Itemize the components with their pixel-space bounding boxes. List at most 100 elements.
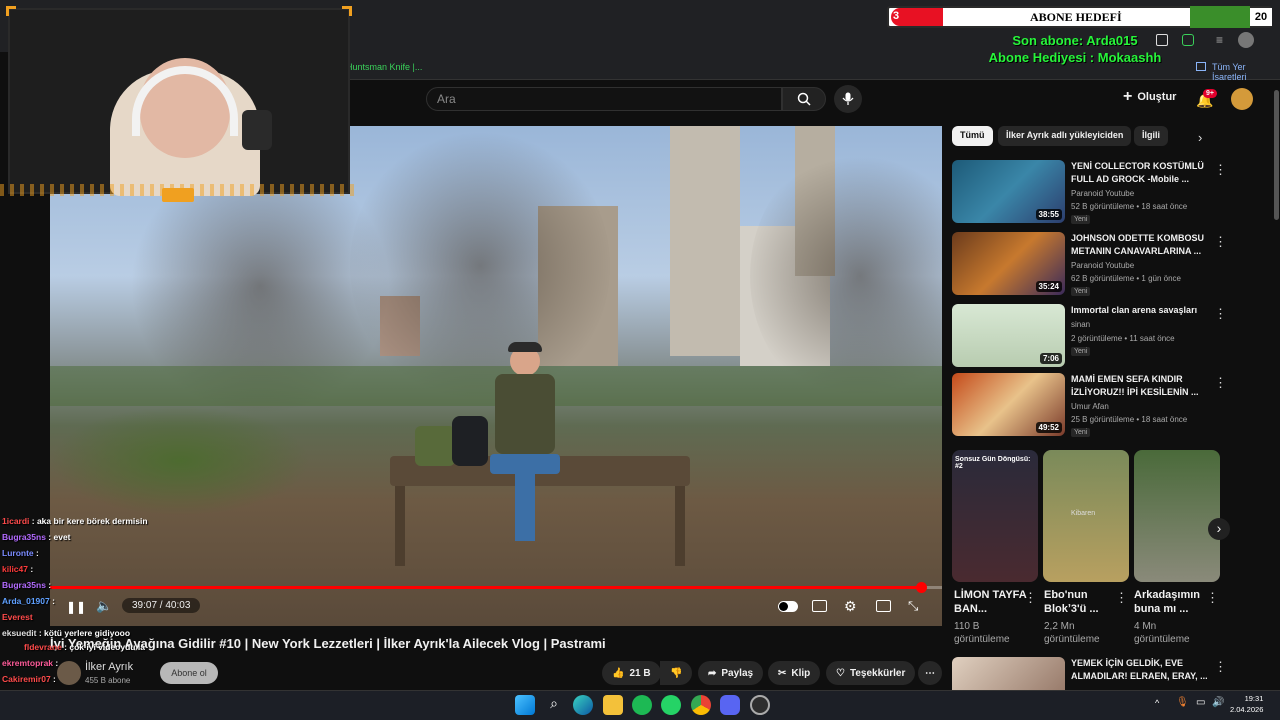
page-scrollbar[interactable] (1274, 90, 1279, 220)
clip-button[interactable]: ✂ Klip (768, 661, 821, 685)
short-caption: Sonsuz Gün Döngüsü: #2 (955, 456, 1031, 470)
new-badge: Yeni (1071, 287, 1091, 296)
goal-title: ABONE HEDEFİ (1030, 10, 1122, 24)
webcam-overlay (8, 8, 350, 196)
scene-backpack (452, 416, 488, 466)
subscribe-button[interactable]: Abone ol (160, 662, 218, 684)
video-thumbnail[interactable] (952, 657, 1065, 690)
microphone-tray-icon[interactable]: 🎙 (1176, 697, 1189, 708)
profile-avatar[interactable] (1238, 32, 1254, 48)
short-views: 110 B görüntüleme (954, 621, 1010, 645)
short-title[interactable]: LİMON TAYFA BAN... (954, 588, 1029, 616)
search-button[interactable] (782, 87, 826, 111)
progress-fill (50, 586, 922, 589)
short-more-icon[interactable]: ⋮ (1206, 590, 1219, 606)
share-arrow-icon: ➦ (708, 667, 717, 679)
fullscreen-icon[interactable]: ⤡ (908, 598, 918, 614)
share-button[interactable]: ➦ Paylaş (698, 661, 764, 685)
create-button[interactable]: + Oluştur (1123, 89, 1176, 105)
bookmark-item[interactable]: Huntsman Knife |... (346, 62, 422, 72)
chat-username: Everest (2, 612, 33, 622)
windows-start-icon[interactable] (515, 695, 535, 715)
short-thumbnail[interactable]: Kibaren (1043, 450, 1129, 582)
folder-icon (1196, 62, 1206, 71)
channel-avatar[interactable] (57, 661, 81, 685)
tray-chevron-icon[interactable]: ^ (1155, 698, 1159, 708)
video-thumbnail[interactable]: 49:52 (952, 373, 1065, 436)
video-thumbnail[interactable]: 38:55 (952, 160, 1065, 223)
file-explorer-icon[interactable] (603, 695, 623, 715)
recommendation-title[interactable]: YEMEK İÇİN GELDİK, EVE ALMADILAR! ELRAEN… (1071, 657, 1211, 683)
autoplay-toggle[interactable] (778, 601, 798, 612)
thanks-button[interactable]: ♡ Teşekkürler (826, 661, 916, 685)
more-options-icon[interactable]: ⋮ (1214, 306, 1227, 322)
recommended-video[interactable]: 38:55 YENİ COLLECTOR KOSTÜMLÜ FULL AD GR… (952, 160, 1227, 226)
video-thumbnail[interactable]: 7:06 (952, 304, 1065, 367)
channel-name[interactable]: İlker Ayrık (85, 661, 133, 673)
more-options-icon[interactable]: ⋮ (1214, 234, 1227, 250)
dislike-button[interactable]: 👎 (660, 661, 693, 685)
chrome-icon[interactable] (691, 695, 711, 715)
chat-message: Cakiremir07 : (2, 674, 56, 684)
miniplayer-icon[interactable] (876, 600, 891, 612)
short-more-icon[interactable]: ⋮ (1115, 590, 1128, 606)
subtitles-icon[interactable] (812, 600, 827, 612)
system-clock[interactable]: 19:31 2.04.2026 (1230, 693, 1263, 715)
recommended-video[interactable]: 7:06 Immortal clan arena savaşları sinan… (952, 304, 1227, 370)
more-options-icon[interactable]: ⋮ (1214, 375, 1227, 391)
recommendation-title[interactable]: JOHNSON ODETTE KOMBOSU METANIN CANAVARLA… (1071, 232, 1211, 258)
all-bookmarks-link[interactable]: Tüm Yer İşaretleri (1212, 62, 1280, 82)
search-input[interactable]: Ara (426, 87, 782, 111)
goal-target: 20 (1250, 8, 1272, 26)
video-thumbnail[interactable]: 35:24 (952, 232, 1065, 295)
clock-time: 19:31 (1244, 694, 1264, 703)
volume-tray-icon[interactable]: 🔊 (1212, 697, 1224, 708)
chips-next-chevron-icon[interactable]: › (1198, 130, 1202, 145)
short-title[interactable]: Ebo'nun Blokʼ3'ü ... (1044, 588, 1119, 616)
more-dots-icon: ⋯ (925, 667, 935, 679)
whatsapp-icon[interactable] (661, 695, 681, 715)
chat-text: : (33, 548, 39, 558)
obs-icon[interactable] (750, 695, 770, 715)
short-more-icon[interactable]: ⋮ (1024, 590, 1037, 606)
chip-related[interactable]: İlgili (1134, 126, 1168, 146)
scene-tree (350, 126, 610, 406)
discord-icon[interactable] (720, 695, 740, 715)
scene-person (490, 342, 570, 546)
recommended-video[interactable]: 35:24 JOHNSON ODETTE KOMBOSU METANIN CAN… (952, 232, 1227, 298)
chat-message: kilic47 : (2, 564, 33, 574)
short-thumbnail[interactable] (1134, 450, 1220, 582)
settings-gear-icon[interactable]: ⚙ (844, 598, 857, 615)
short-title[interactable]: Arkadaşımın buna mı ... (1134, 588, 1209, 616)
duration-badge: 7:06 (1039, 353, 1062, 364)
like-button[interactable]: 👍 21 B (602, 661, 661, 685)
short-thumbnail[interactable]: Sonsuz Gün Döngüsü: #2 (952, 450, 1038, 582)
recommendation-title[interactable]: MAMİ EMEN SEFA KINDIR İZLİYORUZ!! İPİ KE… (1071, 373, 1211, 399)
recommended-video[interactable]: YEMEK İÇİN GELDİK, EVE ALMADILAR! ELRAEN… (952, 657, 1222, 690)
recommendation-channel[interactable]: sinan (1071, 320, 1090, 329)
recommended-video[interactable]: 49:52 MAMİ EMEN SEFA KINDIR İZLİYORUZ!! … (952, 373, 1227, 439)
recommendation-title[interactable]: Immortal clan arena savaşları (1071, 304, 1211, 317)
shorts-next-chevron-icon[interactable]: › (1208, 518, 1230, 540)
menu-lines-icon[interactable]: ≡ (1216, 33, 1223, 47)
network-icon[interactable]: ▭ (1196, 697, 1205, 708)
more-options-icon[interactable]: ⋮ (1214, 659, 1222, 675)
more-actions-button[interactable]: ⋯ (918, 661, 942, 685)
chip-all[interactable]: Tümü (952, 126, 993, 146)
more-options-icon[interactable]: ⋮ (1214, 162, 1227, 178)
chat-text: : (49, 596, 55, 606)
recommendation-channel[interactable]: Paranoid Youtube (1071, 261, 1134, 270)
spotify-icon[interactable] (632, 695, 652, 715)
recommendation-channel[interactable]: Paranoid Youtube (1071, 189, 1134, 198)
chip-uploader[interactable]: İlker Ayrık adlı yükleyiciden (998, 126, 1132, 146)
volume-icon[interactable]: 🔈 (96, 598, 112, 614)
voice-search-button[interactable] (834, 85, 862, 113)
edge-browser-icon[interactable] (573, 695, 593, 715)
chat-message: Arda_01907 : (2, 596, 55, 606)
recommendation-title[interactable]: YENİ COLLECTOR KOSTÜMLÜ FULL AD GROCK -M… (1071, 160, 1211, 186)
recommendation-channel[interactable]: Umur Afan (1071, 402, 1109, 411)
taskbar-search-icon[interactable]: ⌕ (544, 695, 564, 715)
goal-current: 3 (893, 10, 900, 22)
account-avatar[interactable] (1231, 88, 1253, 110)
pause-icon[interactable]: ❚❚ (66, 600, 86, 614)
